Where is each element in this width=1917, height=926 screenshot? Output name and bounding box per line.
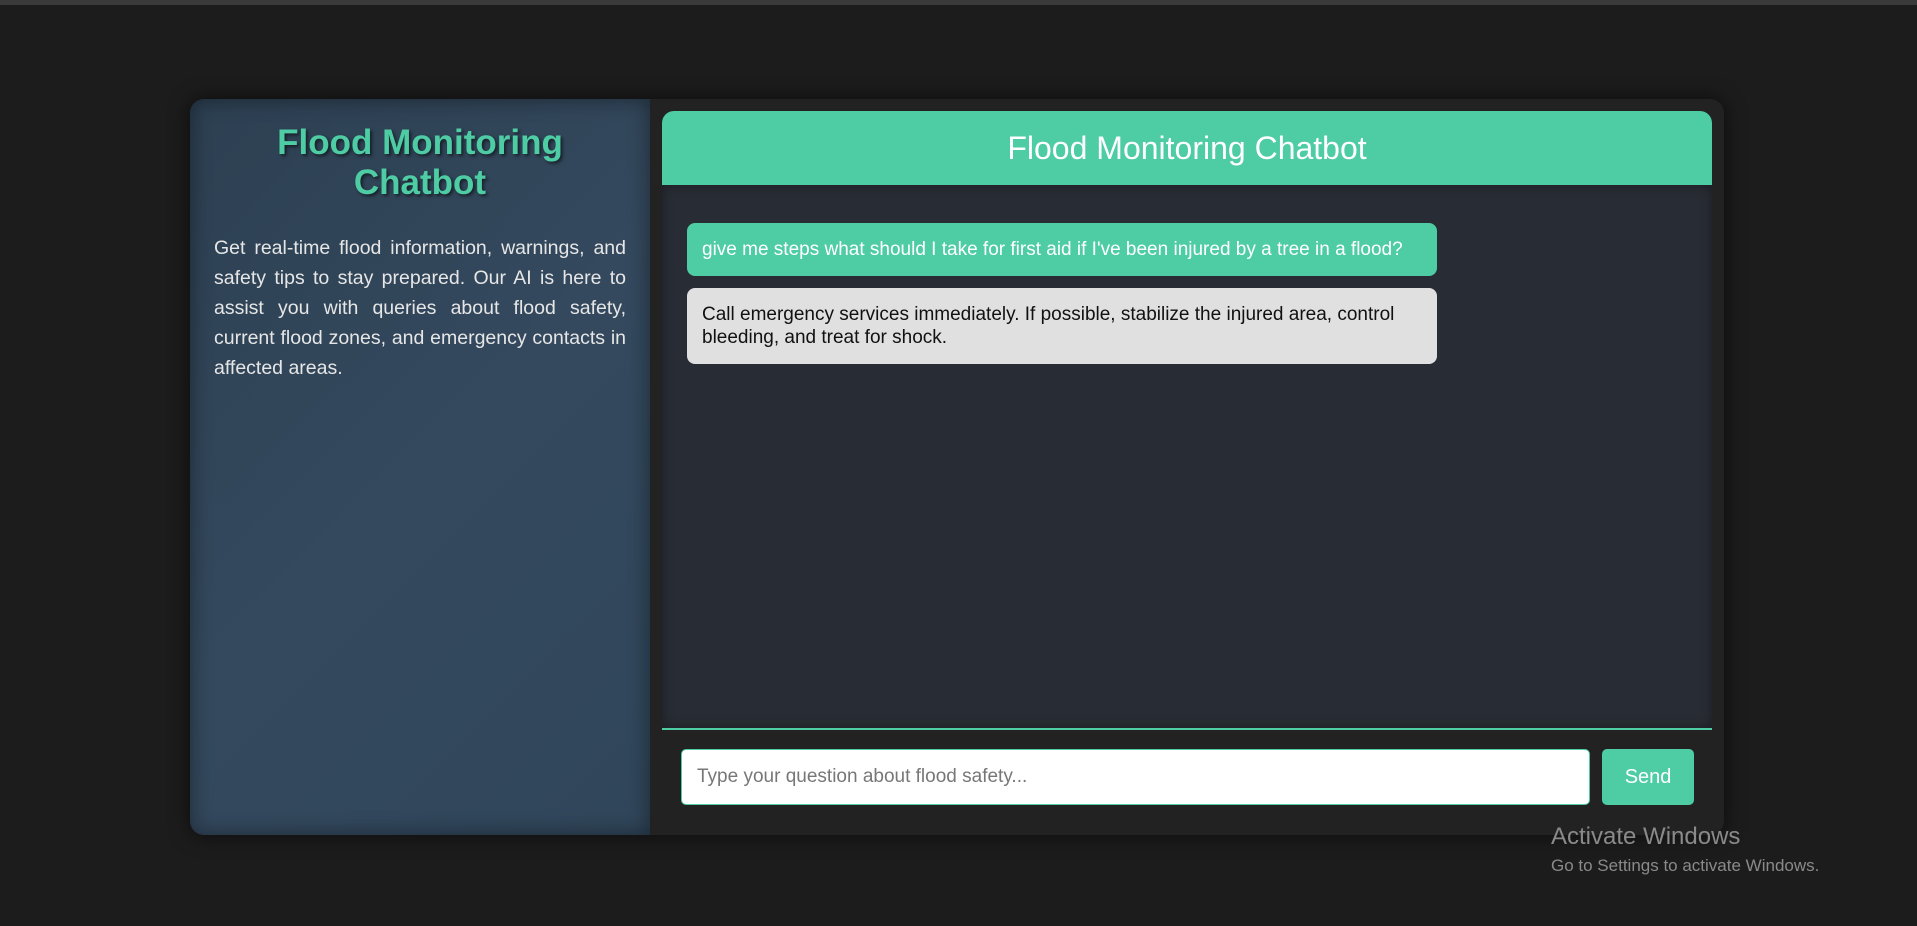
watermark-title: Activate Windows bbox=[1551, 823, 1741, 850]
bot-message: Call emergency services immediately. If … bbox=[687, 288, 1437, 364]
chat-input-bar: Send bbox=[662, 730, 1712, 835]
user-message: give me steps what should I take for fir… bbox=[687, 223, 1437, 276]
message-list[interactable]: give me steps what should I take for fir… bbox=[662, 185, 1712, 730]
sidebar: Flood Monitoring Chatbot Get real-time f… bbox=[190, 99, 650, 835]
chat-header: Flood Monitoring Chatbot bbox=[662, 111, 1712, 185]
sidebar-title: Flood Monitoring Chatbot bbox=[277, 123, 563, 202]
chat-header-title: Flood Monitoring Chatbot bbox=[1007, 129, 1367, 166]
window-top-strip bbox=[0, 0, 1917, 5]
app-container: Flood Monitoring Chatbot Get real-time f… bbox=[190, 99, 1724, 835]
watermark-subtitle: Go to Settings to activate Windows. bbox=[1551, 856, 1820, 875]
question-input[interactable] bbox=[681, 749, 1591, 805]
send-button[interactable]: Send bbox=[1602, 749, 1694, 805]
activate-windows-watermark: Activate Windows Go to Settings to activ… bbox=[1551, 822, 1819, 878]
sidebar-description: Get real-time flood information, warning… bbox=[214, 237, 626, 379]
chat-panel: Flood Monitoring Chatbot give me steps w… bbox=[662, 111, 1712, 835]
